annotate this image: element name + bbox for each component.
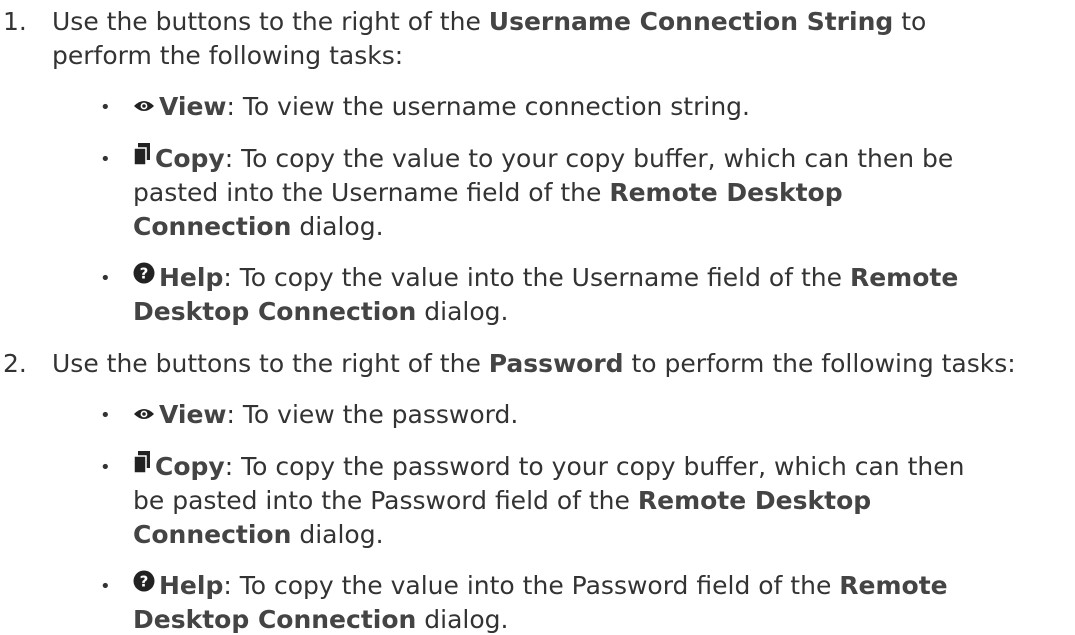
bullet-help-cont: Desktop Connection dialog.	[133, 297, 509, 326]
svg-text:?: ?	[140, 265, 149, 283]
bullet-copy: Copy: To copy the password to your copy …	[133, 450, 964, 484]
bullet-dot: •	[100, 268, 111, 289]
list-item-text-cont: perform the following tasks:	[52, 41, 404, 70]
bullet-dot: •	[100, 457, 111, 478]
copy-icon	[133, 142, 151, 173]
svg-text:?: ?	[140, 573, 149, 591]
list-item-text: Use the buttons to the right of the User…	[52, 7, 927, 36]
bullet-copy-cont: be pasted into the Password field of the…	[133, 486, 872, 515]
bullet-dot: •	[100, 149, 111, 170]
bullet-help: ? Help: To copy the value into the Userna…	[133, 261, 958, 294]
list-item-text: Use the buttons to the right of the Pass…	[52, 349, 1016, 378]
bullet-copy-cont: Connection dialog.	[133, 520, 384, 549]
field-name: Username Connection String	[488, 7, 894, 36]
bullet-copy-cont: Connection dialog.	[133, 212, 384, 241]
bullet-dot: •	[100, 97, 111, 118]
help-icon: ?	[133, 569, 155, 599]
copy-icon	[133, 450, 151, 481]
eye-icon	[133, 398, 155, 428]
list-number: 1.	[3, 7, 27, 36]
bullet-dot: •	[100, 576, 111, 597]
bullet-view: View: To view the username connection st…	[133, 92, 750, 123]
bullet-copy-cont: pasted into the Username field of the Re…	[133, 178, 843, 207]
bullet-view: View: To view the password.	[133, 400, 518, 431]
bullet-dot: •	[100, 405, 111, 426]
bullet-help-cont: Desktop Connection dialog.	[133, 605, 509, 634]
bullet-help: ? Help: To copy the value into the Passwo…	[133, 569, 948, 602]
bullet-copy: Copy: To copy the value to your copy buf…	[133, 142, 953, 176]
eye-icon	[133, 90, 155, 120]
help-icon: ?	[133, 261, 155, 291]
list-number: 2.	[3, 349, 27, 378]
field-name: Password	[488, 349, 624, 378]
